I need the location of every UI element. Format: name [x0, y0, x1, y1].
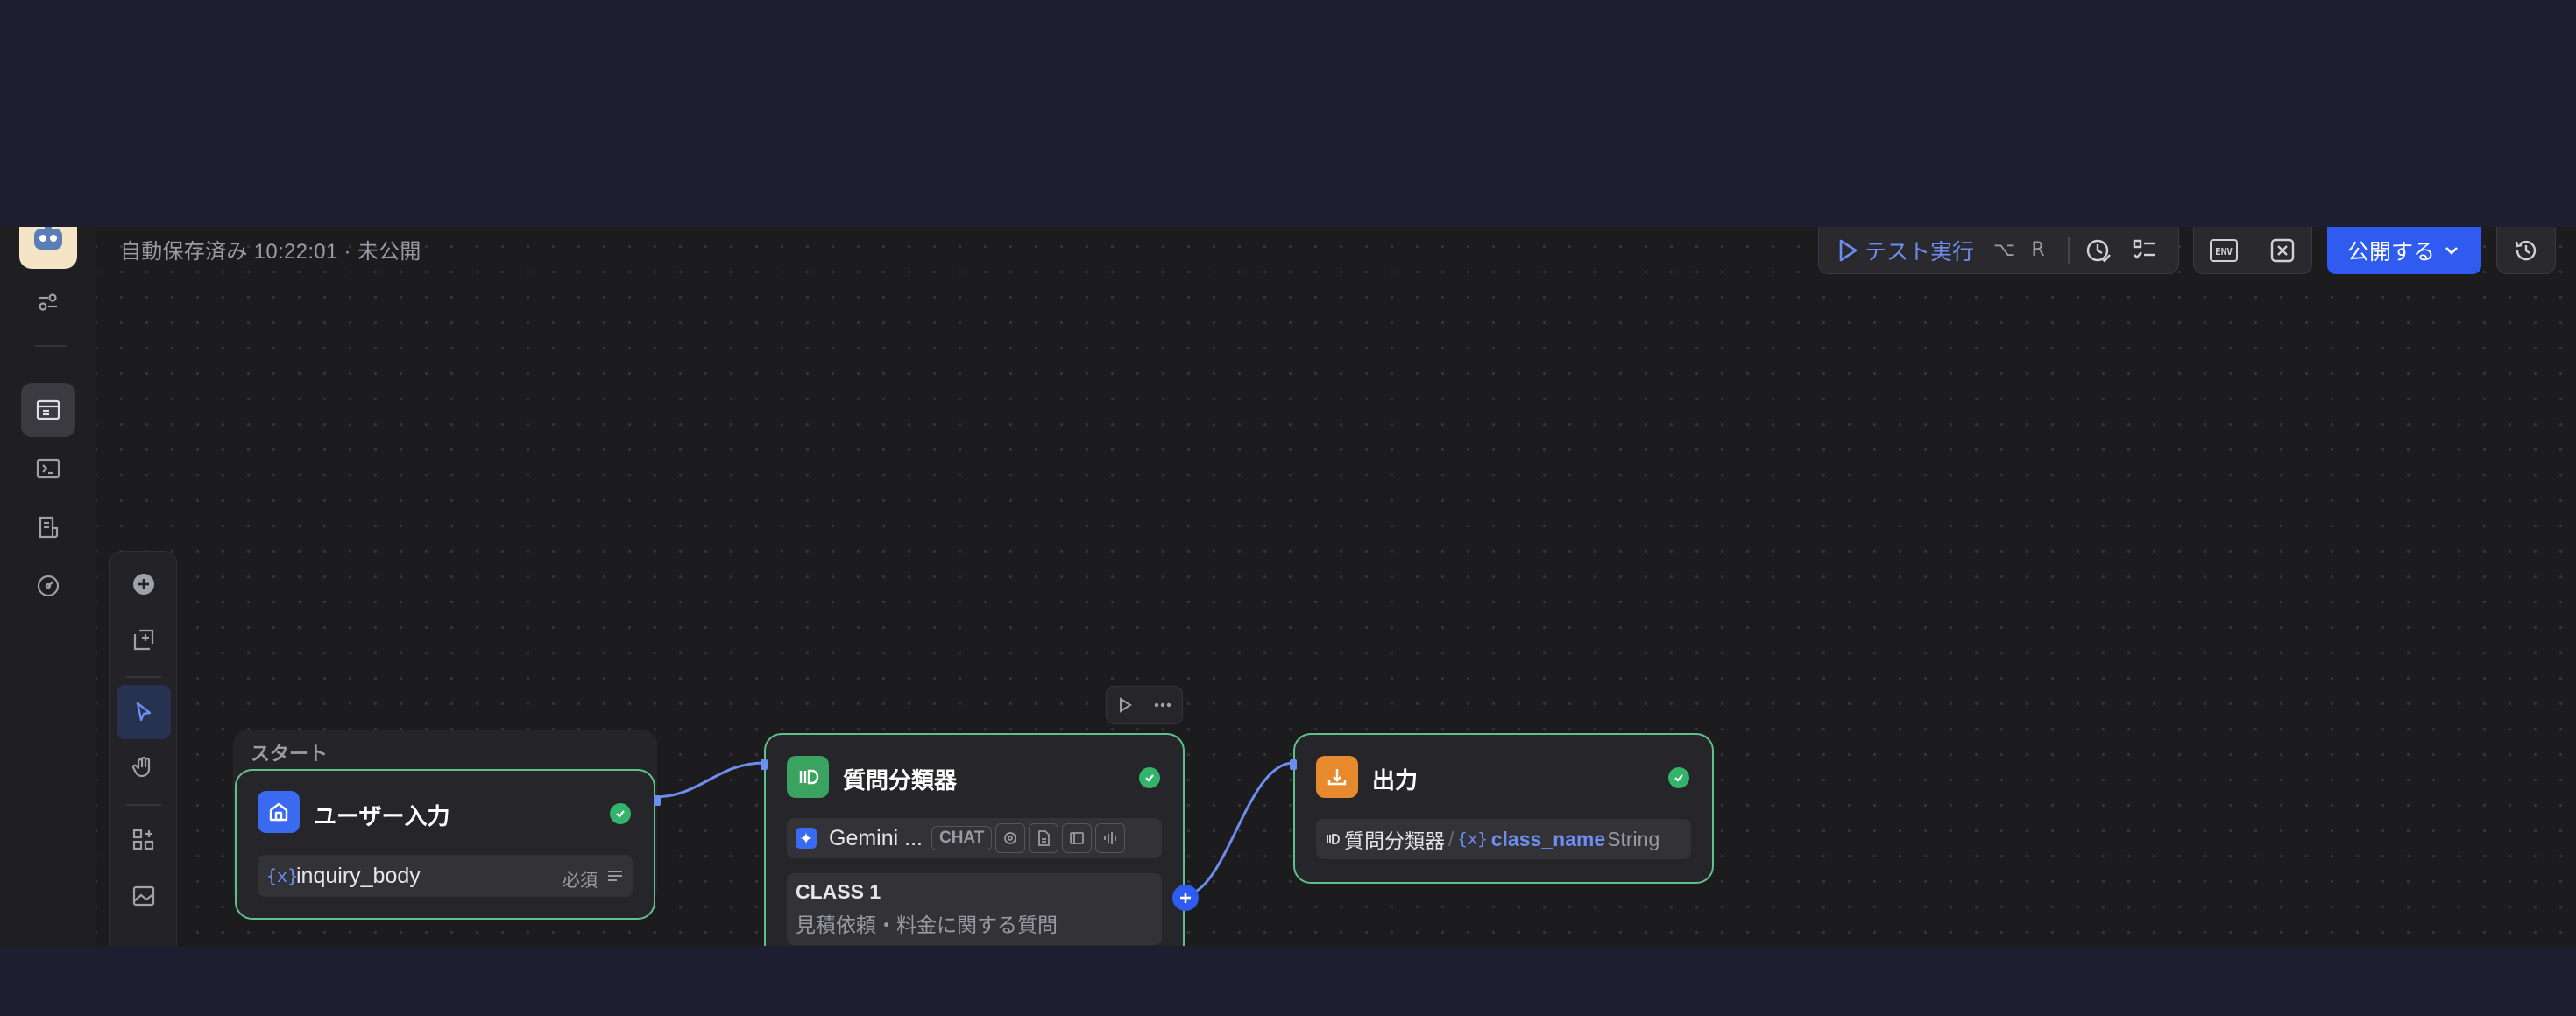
canvas-tools-palette — [109, 551, 177, 946]
env-toolbar: ENV — [2193, 227, 2312, 274]
more-options-icon[interactable] — [1152, 696, 1173, 714]
shortcut-key: R — [2031, 239, 2045, 261]
app-avatar-icon[interactable] — [19, 227, 77, 269]
node-title: 出力 — [1372, 767, 1419, 794]
organize-nodes-icon[interactable] — [117, 813, 171, 867]
env-variables-icon[interactable]: ENV — [2204, 231, 2243, 270]
tools-divider — [126, 676, 161, 678]
tools-divider — [126, 804, 161, 806]
model-mode-badge: CHAT — [931, 826, 993, 850]
run-history-icon[interactable] — [2078, 231, 2117, 270]
toolbar-divider — [2067, 236, 2070, 264]
conversation-variables-icon[interactable] — [2263, 231, 2302, 270]
classifier-icon — [787, 756, 829, 798]
variable-name: class_name — [1490, 827, 1606, 850]
input-handle[interactable] — [1290, 759, 1297, 770]
left-sidebar — [0, 227, 96, 946]
svg-text:ENV: ENV — [2215, 246, 2233, 258]
terminal-icon[interactable] — [21, 441, 75, 496]
run-toolbar: テスト実行 ⌥ R — [1818, 227, 2179, 274]
monitoring-gauge-icon[interactable] — [21, 559, 75, 613]
test-run-button[interactable]: テスト実行 ⌥ R — [1836, 235, 2045, 266]
hand-mode-icon[interactable] — [117, 741, 171, 795]
vision-capability-icon — [995, 823, 1026, 853]
workflow-editor-icon[interactable] — [21, 383, 75, 437]
pointer-mode-icon[interactable] — [117, 685, 171, 739]
output-handle[interactable] — [654, 795, 661, 806]
version-history-button[interactable] — [2496, 227, 2556, 274]
test-run-label: テスト実行 — [1865, 239, 1975, 265]
variable-icon: {x} — [266, 865, 299, 886]
model-selector[interactable]: Gemini ... CHAT — [787, 818, 1162, 858]
logs-icon[interactable] — [21, 500, 75, 554]
run-node-icon[interactable] — [1116, 696, 1134, 714]
play-icon — [1839, 239, 1858, 261]
output-node[interactable]: 出力 質問分類器 / {x} class_name String — [1290, 733, 1714, 884]
rail-divider — [35, 345, 67, 347]
autosave-status: 自動保存済み 10:22:01 · 未公開 — [120, 240, 421, 264]
required-label: 必須 — [563, 871, 598, 891]
variable-icon: {x} — [1457, 829, 1488, 849]
output-flag-icon — [1316, 756, 1358, 798]
path-separator: / — [1448, 827, 1454, 850]
classifier-icon — [1327, 834, 1340, 844]
success-check-icon — [1668, 767, 1689, 788]
publish-label: 公開する — [2346, 240, 2435, 265]
class-item[interactable]: CLASS 1 見積依頼・料金に関する質問 — [787, 873, 1162, 945]
shortcut-modifier: ⌥ — [1993, 239, 2016, 261]
edge-classifier-to-output — [1183, 761, 1294, 897]
more-tools-icon[interactable] — [117, 920, 171, 946]
publish-button[interactable]: 公開する — [2327, 227, 2481, 274]
minimap-icon[interactable] — [117, 869, 171, 923]
home-icon — [258, 791, 300, 833]
add-next-node-icon[interactable] — [1172, 885, 1199, 911]
add-note-icon[interactable] — [117, 613, 171, 667]
add-node-icon[interactable] — [117, 557, 171, 611]
class-name: CLASS 1 — [796, 880, 881, 903]
output-variable-field[interactable]: 質問分類器 / {x} class_name String — [1316, 819, 1691, 859]
source-node-name: 質問分類器 — [1344, 829, 1445, 852]
success-check-icon — [1139, 767, 1160, 788]
video-capability-icon — [1062, 823, 1093, 853]
question-classifier-node[interactable]: 質問分類器 Gemini ... CHAT CLASS 1 見積依頼・料金に関す… — [761, 733, 1199, 946]
node-actions-bar — [1106, 686, 1183, 724]
class-description: 見積依頼・料金に関する質問 — [796, 914, 1058, 936]
history-icon — [2515, 240, 2537, 260]
node-title: 質問分類器 — [843, 767, 958, 794]
variable-name: inquiry_body — [296, 864, 421, 888]
workflow-canvas[interactable]: 自動保存済み 10:22:01 · 未公開 テスト実行 ⌥ R ENV 公開する — [0, 227, 2576, 946]
success-check-icon — [610, 803, 631, 824]
input-handle[interactable] — [761, 759, 768, 770]
document-capability-icon — [1029, 823, 1059, 853]
audio-capability-icon — [1095, 823, 1126, 853]
gemini-icon — [796, 828, 817, 849]
start-group-label: スタート — [251, 743, 329, 765]
edge-start-to-classifier — [653, 761, 765, 799]
user-input-node[interactable]: ユーザー入力 {x} inquiry_body 必須 — [235, 769, 661, 920]
variable-type: String — [1607, 827, 1660, 850]
sliders-icon[interactable] — [21, 275, 75, 329]
model-name: Gemini ... — [829, 825, 923, 850]
node-title: ユーザー入力 — [314, 803, 450, 829]
checklist-icon[interactable] — [2126, 231, 2164, 270]
paragraph-icon — [608, 871, 622, 881]
input-variable-field[interactable]: {x} inquiry_body 必須 — [258, 855, 633, 897]
chevron-down-icon — [2445, 247, 2458, 255]
